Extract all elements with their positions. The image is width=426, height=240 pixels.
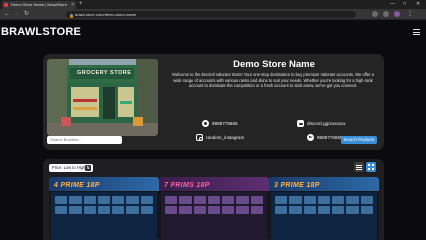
store-image: GROCERY STORE [47, 59, 158, 136]
telegram-icon [307, 134, 314, 142]
hamburger-menu-icon[interactable] [413, 29, 420, 35]
product-listing: Price: Low to High ⇅ 4 PRIME 18P 7 PRIMS… [43, 159, 384, 240]
card-skins-preview [271, 192, 377, 240]
tab-close-icon[interactable]: × [71, 1, 74, 9]
instagram-contact[interactable]: random_instagram [196, 134, 245, 142]
whatsapp-number: 9988776655 [212, 121, 238, 126]
whatsapp-contact[interactable]: 9988776655 [202, 120, 238, 128]
discord-link: discord.gg/xxxxxxx [307, 121, 346, 126]
discord-icon [297, 120, 304, 128]
instagram-handle: random_instagram [206, 135, 245, 140]
search-products-button[interactable]: Search Products [341, 136, 377, 144]
discord-contact[interactable]: discord.gg/xxxxxxx [297, 120, 346, 128]
browser-toolbar: ← → ↻ 🔒 brawl-store.com/demo-store-name … [0, 9, 426, 20]
close-window-button[interactable]: ✕ [416, 0, 420, 9]
browser-menu-icon[interactable]: ⋮ [407, 11, 413, 18]
browser-tab[interactable]: Demo Store Name | BrawlStore × [2, 1, 76, 9]
downloads-icon[interactable] [383, 11, 389, 17]
telegram-contact[interactable]: 9988776655 [307, 134, 343, 142]
store-description: Welcome to the Eternal Valorant Store! Y… [172, 72, 374, 89]
product-card[interactable]: 7 PRIMS 18P [159, 177, 269, 240]
card-title: 4 PRIME 18P [54, 182, 100, 189]
reload-icon[interactable]: ↻ [24, 11, 29, 18]
maximize-button[interactable]: □ [403, 0, 406, 9]
card-title: 7 PRIMS 18P [164, 182, 210, 189]
product-card[interactable]: 4 PRIME 18P [49, 177, 159, 240]
store-sign-text: GROCERY STORE [77, 70, 132, 76]
lock-icon: 🔒 [69, 13, 74, 18]
tab-title: Demo Store Name | BrawlStore [11, 2, 67, 7]
store-title: Demo Store Name [233, 59, 315, 70]
forward-arrow-icon[interactable]: → [14, 11, 20, 18]
whatsapp-icon [202, 120, 209, 128]
back-arrow-icon[interactable]: ← [4, 11, 10, 18]
instagram-icon [196, 134, 203, 142]
brand-logo[interactable]: BRAWLSTORE [1, 26, 81, 38]
url-text: brawl-store.com/demo-store-name [75, 12, 137, 17]
list-view-button[interactable] [354, 162, 364, 172]
extension-icon[interactable] [372, 11, 378, 17]
new-tab-button[interactable]: + [79, 1, 83, 8]
address-bar[interactable]: 🔒 brawl-store.com/demo-store-name [66, 11, 356, 18]
telegram-number: 9988776655 [317, 135, 343, 140]
profile-avatar-icon[interactable] [394, 11, 400, 17]
card-skins-preview [161, 192, 267, 240]
sort-label: Price: Low to High [52, 165, 86, 170]
sort-dropdown[interactable]: Price: Low to High ⇅ [49, 164, 93, 172]
favicon-icon [4, 3, 8, 7]
browser-tab-bar: Demo Store Name | BrawlStore × + — □ ✕ [0, 0, 426, 9]
page: BRAWLSTORE GROCERY STORE Demo Store Name… [0, 20, 426, 240]
product-card[interactable]: 3 PRIME 18P [269, 177, 379, 240]
sort-icon: ⇅ [85, 165, 91, 171]
minimize-button[interactable]: — [390, 0, 395, 9]
card-title: 3 PRIME 18P [274, 182, 320, 189]
search-input[interactable] [47, 136, 122, 144]
grid-view-button[interactable] [366, 162, 376, 172]
card-skins-preview [51, 192, 157, 240]
